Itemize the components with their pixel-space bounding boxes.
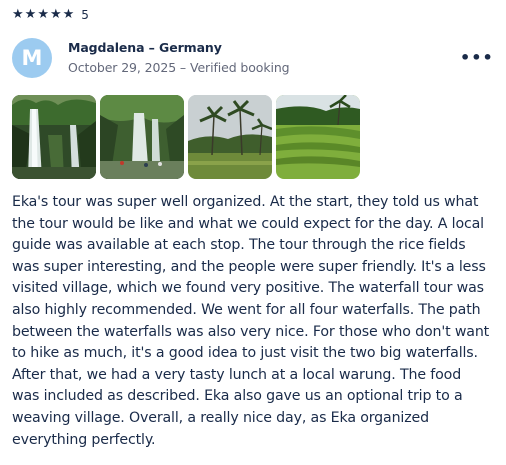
star-icon: ★ — [49, 7, 62, 22]
review-photos — [12, 95, 364, 179]
review-photo-rice-terraces[interactable] — [276, 95, 360, 179]
star-rating: ★ ★ ★ ★ ★ 5 — [12, 6, 89, 24]
star-icon: ★ — [24, 7, 37, 22]
review-photo-waterfall-people[interactable] — [100, 95, 184, 179]
star-icon: ★ — [37, 7, 49, 22]
waterfall-image — [12, 95, 96, 179]
rice-terrace-image — [276, 95, 360, 179]
avatar: M — [12, 38, 52, 78]
review-text: Eka's tour was super well organized. At … — [12, 194, 490, 448]
review-date-verified: October 29, 2025 – Verified booking — [68, 60, 290, 75]
stars: ★ ★ ★ ★ ★ — [12, 6, 75, 24]
waterfall-image — [100, 95, 184, 179]
star-icon: ★ — [62, 7, 75, 22]
review-photo-waterfalls[interactable] — [12, 95, 96, 179]
rating-value: 5 — [81, 8, 89, 22]
review-photo-palms[interactable] — [188, 95, 272, 179]
reviewer-name: Magdalena – Germany — [68, 40, 222, 55]
more-options-icon: ••• — [460, 48, 494, 67]
review-card: ★ ★ ★ ★ ★ 5 M Magdalena – Germany Octobe… — [0, 0, 506, 465]
palm-field-image — [188, 95, 272, 179]
star-icon: ★ — [12, 7, 24, 22]
more-options-button[interactable]: ••• — [460, 48, 493, 68]
